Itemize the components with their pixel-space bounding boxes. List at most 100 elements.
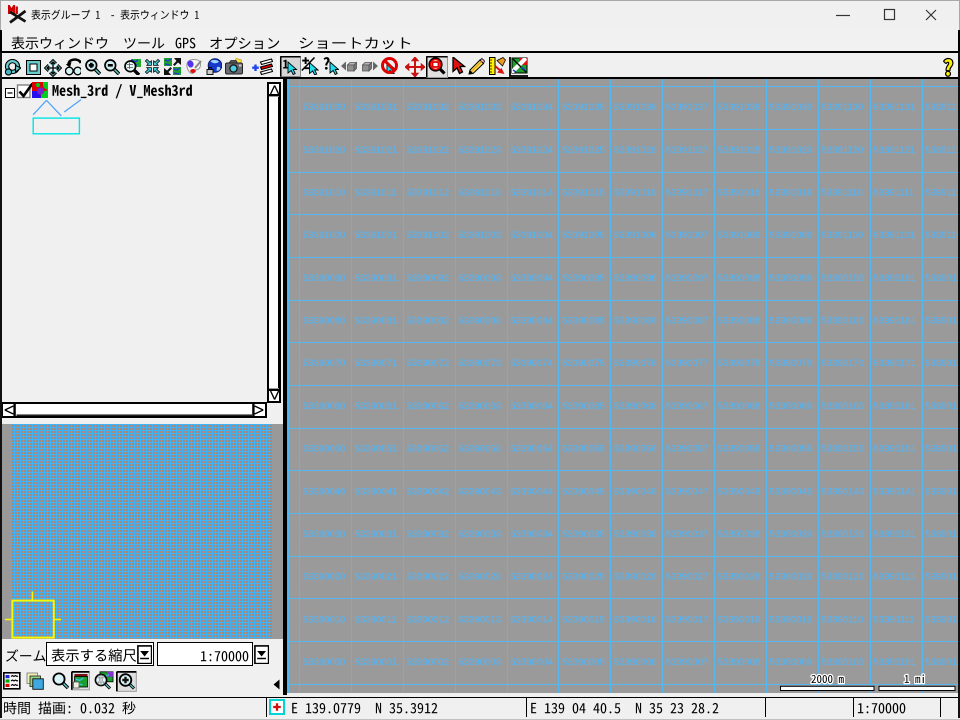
svg-text:53390074: 53390074: [510, 358, 553, 369]
svg-text:53390008: 53390008: [717, 657, 760, 668]
svg-text:53390013: 53390013: [458, 614, 501, 625]
svg-text:53390082: 53390082: [406, 316, 449, 327]
svg-text:53391131: 53391131: [873, 102, 915, 113]
svg-text:53390014: 53390014: [510, 614, 553, 625]
svg-text:53390043: 53390043: [458, 486, 501, 497]
svg-text:53390019: 53390019: [769, 614, 812, 625]
svg-text:53390073: 53390073: [458, 358, 501, 369]
svg-text:53391024: 53391024: [510, 145, 553, 156]
svg-text:53390002: 53390002: [406, 657, 449, 668]
svg-text:53391021: 53391021: [354, 145, 397, 156]
svg-text:53391033: 53391033: [458, 102, 501, 113]
svg-text:53390023: 53390023: [458, 572, 501, 583]
svg-text:53390004: 53390004: [510, 657, 553, 668]
svg-text:53391028: 53391028: [717, 145, 760, 156]
svg-text:53391016: 53391016: [613, 188, 656, 199]
svg-text:53390031: 53390031: [354, 529, 397, 540]
svg-text:53390152: 53390152: [925, 444, 960, 455]
svg-text:53390092: 53390092: [406, 273, 449, 284]
svg-text:53390101: 53390101: [873, 657, 916, 668]
svg-text:53390182: 53390182: [925, 316, 960, 327]
svg-text:53390035: 53390035: [562, 529, 605, 540]
svg-text:53391014: 53391014: [510, 188, 553, 199]
svg-text:53390042: 53390042: [406, 486, 449, 497]
svg-text:53391005: 53391005: [562, 230, 605, 241]
svg-text:53391025: 53391025: [562, 145, 605, 156]
svg-text:53390112: 53390112: [925, 614, 960, 625]
svg-text:53390110: 53390110: [821, 614, 863, 625]
svg-text:53390121: 53390121: [873, 572, 916, 583]
svg-text:53390057: 53390057: [665, 444, 708, 455]
svg-text:53390045: 53390045: [562, 486, 605, 497]
svg-text:53390061: 53390061: [354, 401, 397, 412]
svg-text:53390051: 53390051: [354, 444, 397, 455]
svg-text:53391036: 53391036: [613, 102, 656, 113]
svg-text:53391037: 53391037: [665, 102, 708, 113]
svg-text:53390080: 53390080: [302, 316, 345, 327]
svg-text:53390001: 53390001: [354, 657, 397, 668]
svg-text:53390050: 53390050: [302, 444, 345, 455]
svg-text:53391017: 53391017: [665, 188, 708, 199]
svg-text:53391002: 53391002: [406, 230, 449, 241]
svg-text:53391031: 53391031: [354, 102, 397, 113]
svg-text:53390180: 53390180: [821, 316, 864, 327]
svg-text:53391111: 53391111: [873, 188, 914, 199]
svg-text:53390063: 53390063: [458, 401, 501, 412]
svg-text:53390034: 53390034: [510, 529, 553, 540]
svg-text:53390030: 53390030: [302, 529, 345, 540]
svg-text:53390047: 53390047: [665, 486, 708, 497]
svg-text:53391027: 53391027: [665, 145, 708, 156]
svg-text:53391122: 53391122: [925, 145, 960, 156]
svg-text:53391132: 53391132: [925, 102, 960, 113]
svg-text:53390067: 53390067: [665, 401, 708, 412]
svg-text:53390037: 53390037: [665, 529, 708, 540]
svg-text:53391006: 53391006: [613, 230, 656, 241]
svg-text:53390060: 53390060: [302, 401, 345, 412]
svg-text:53390083: 53390083: [458, 316, 501, 327]
svg-text:53390032: 53390032: [406, 529, 449, 540]
svg-text:53390021: 53390021: [354, 572, 397, 583]
svg-text:53390084: 53390084: [510, 316, 553, 327]
svg-text:53390192: 53390192: [925, 273, 960, 284]
svg-text:53391121: 53391121: [873, 145, 915, 156]
svg-text:53391023: 53391023: [458, 145, 501, 156]
svg-text:53390081: 53390081: [354, 316, 397, 327]
svg-text:53390070: 53390070: [302, 358, 345, 369]
svg-text:53390170: 53390170: [821, 358, 864, 369]
svg-text:53390009: 53390009: [769, 657, 812, 668]
svg-text:53390024: 53390024: [510, 572, 553, 583]
svg-text:53390094: 53390094: [510, 273, 553, 284]
svg-text:53390111: 53390111: [873, 614, 914, 625]
svg-text:53391009: 53391009: [769, 230, 812, 241]
svg-text:53390007: 53390007: [665, 657, 708, 668]
svg-text:53391013: 53391013: [458, 188, 501, 199]
svg-text:53390132: 53390132: [925, 529, 960, 540]
svg-text:53390065: 53390065: [562, 401, 605, 412]
svg-text:53390191: 53390191: [873, 273, 916, 284]
svg-text:53391112: 53391112: [925, 188, 960, 199]
svg-text:53391102: 53391102: [925, 230, 960, 241]
svg-text:53391020: 53391020: [302, 145, 345, 156]
svg-text:53390122: 53390122: [925, 572, 960, 583]
svg-text:53390038: 53390038: [717, 529, 760, 540]
svg-text:53391032: 53391032: [406, 102, 449, 113]
svg-text:53390131: 53390131: [873, 529, 916, 540]
svg-text:53390017: 53390017: [665, 614, 708, 625]
svg-text:53391030: 53391030: [302, 102, 345, 113]
svg-text:53391029: 53391029: [769, 145, 812, 156]
svg-text:53390077: 53390077: [665, 358, 708, 369]
svg-text:53390150: 53390150: [821, 444, 864, 455]
svg-text:53391004: 53391004: [510, 230, 553, 241]
svg-text:53390099: 53390099: [769, 273, 812, 284]
svg-text:53390015: 53390015: [562, 614, 605, 625]
svg-text:53390049: 53390049: [769, 486, 812, 497]
svg-text:53390087: 53390087: [665, 316, 708, 327]
svg-text:53390025: 53390025: [562, 572, 605, 583]
svg-text:53390141: 53390141: [873, 486, 916, 497]
svg-text:53390076: 53390076: [613, 358, 656, 369]
svg-text:53390090: 53390090: [302, 273, 345, 284]
svg-text:53391101: 53391101: [873, 230, 915, 241]
svg-text:53390151: 53390151: [873, 444, 916, 455]
svg-text:53390039: 53390039: [769, 529, 812, 540]
svg-text:53391022: 53391022: [406, 145, 449, 156]
